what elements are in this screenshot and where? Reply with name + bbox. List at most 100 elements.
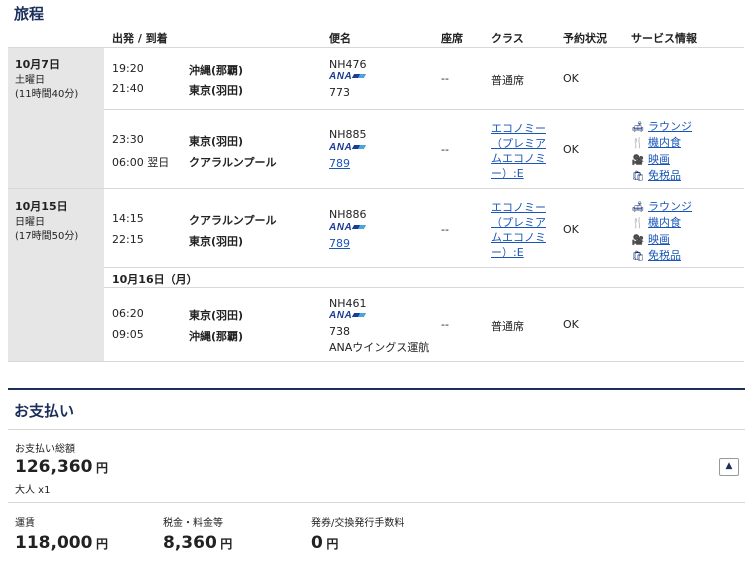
dep-time: 19:20 bbox=[112, 62, 144, 75]
seat-value: -- bbox=[441, 223, 449, 236]
total-value: 126,360 bbox=[15, 457, 93, 477]
sub-date: 10月16日（月） bbox=[112, 273, 198, 286]
collapse-button[interactable]: ▲ bbox=[719, 458, 739, 476]
class-link-line: ー）:E bbox=[491, 167, 524, 180]
divider bbox=[104, 109, 744, 110]
duty-free-icon: 🛍 bbox=[631, 250, 645, 262]
payment-title: お支払い bbox=[14, 402, 75, 420]
flight-number: NH476 bbox=[329, 58, 367, 71]
meal-icon: 🍴 bbox=[631, 218, 645, 230]
header-services: サービス情報 bbox=[631, 32, 697, 45]
service-list: 🛋 ラウンジ 🍴 機内食 🎥 映画 🛍 免税品 bbox=[631, 119, 692, 184]
fare-amount: 118,000 円 bbox=[15, 533, 108, 553]
class-link[interactable]: エコノミー （プレミア ムエコノミ ー）:E bbox=[491, 200, 557, 260]
arr-time: 22:15 bbox=[112, 233, 144, 246]
day-date: 10月15日 bbox=[15, 200, 68, 213]
fare-label: 運賃 bbox=[15, 518, 35, 529]
divider bbox=[8, 429, 745, 430]
dep-time: 14:15 bbox=[112, 212, 144, 225]
operator: ANAウイングス運航 bbox=[329, 341, 430, 354]
dep-city: 東京(羽田) bbox=[189, 309, 244, 322]
divider bbox=[8, 47, 744, 48]
status-value: OK bbox=[563, 223, 579, 236]
payment-top-border bbox=[8, 388, 745, 390]
class-value: 普通席 bbox=[491, 74, 524, 87]
seat-value: -- bbox=[441, 72, 449, 85]
arr-time: 09:05 bbox=[112, 328, 144, 341]
ana-logo: ANA bbox=[329, 222, 365, 233]
duty-free-icon: 🛍 bbox=[631, 170, 645, 182]
service-item[interactable]: 🍴 機内食 bbox=[631, 135, 692, 151]
service-item[interactable]: 🎥 映画 bbox=[631, 232, 692, 248]
class-link[interactable]: エコノミー （プレミア ムエコノミ ー）:E bbox=[491, 121, 557, 181]
aircraft-link[interactable]: 789 bbox=[329, 237, 350, 250]
itinerary-title: 旅程 bbox=[14, 5, 45, 23]
aircraft-link[interactable]: 789 bbox=[329, 157, 350, 170]
caret-up-icon: ▲ bbox=[725, 461, 733, 471]
dep-city: 東京(羽田) bbox=[189, 135, 244, 148]
total-label: お支払い総額 bbox=[15, 444, 75, 455]
flight-number: NH886 bbox=[329, 208, 367, 221]
aircraft-type: 773 bbox=[329, 86, 350, 99]
service-item[interactable]: 🍴 機内食 bbox=[631, 215, 692, 231]
divider bbox=[8, 188, 744, 189]
class-link-line: （プレミア bbox=[491, 216, 546, 229]
ana-logo: ANA bbox=[329, 142, 365, 153]
day-weekday: 土曜日 bbox=[15, 75, 45, 86]
day-weekday: 日曜日 bbox=[15, 217, 45, 228]
divider bbox=[104, 287, 744, 288]
seat-value: -- bbox=[441, 318, 449, 331]
fee-amount: 0 円 bbox=[311, 533, 338, 553]
service-list: 🛋 ラウンジ 🍴 機内食 🎥 映画 🛍 免税品 bbox=[631, 199, 692, 264]
header-seat: 座席 bbox=[441, 32, 463, 45]
divider bbox=[8, 361, 744, 362]
header-class: クラス bbox=[491, 32, 524, 45]
dep-time: 06:20 bbox=[112, 307, 144, 320]
dep-city: クアラルンプール bbox=[189, 214, 277, 227]
tax-unit: 円 bbox=[220, 537, 233, 551]
dep-time: 23:30 bbox=[112, 133, 144, 146]
movie-icon: 🎥 bbox=[631, 234, 645, 246]
class-link-line: ー）:E bbox=[491, 246, 524, 259]
dep-city: 沖縄(那覇) bbox=[189, 64, 244, 77]
header-dep-arr: 出発 / 到着 bbox=[112, 32, 168, 45]
tax-value: 8,360 bbox=[163, 533, 217, 553]
service-item[interactable]: 🛍 免税品 bbox=[631, 168, 692, 184]
service-item[interactable]: 🛋 ラウンジ bbox=[631, 119, 692, 135]
service-item[interactable]: 🛋 ラウンジ bbox=[631, 199, 692, 215]
class-link-line: ムエコノミ bbox=[491, 231, 546, 244]
header-flight: 便名 bbox=[329, 32, 351, 45]
total-unit: 円 bbox=[95, 461, 108, 475]
class-value: 普通席 bbox=[491, 320, 524, 333]
day-date: 10月7日 bbox=[15, 58, 60, 71]
arr-city: 沖縄(那覇) bbox=[189, 330, 244, 343]
meal-icon: 🍴 bbox=[631, 138, 645, 150]
movie-icon: 🎥 bbox=[631, 154, 645, 166]
fee-value: 0 bbox=[311, 533, 323, 553]
class-link-line: ムエコノミ bbox=[491, 152, 546, 165]
divider bbox=[8, 502, 745, 503]
total-amount: 126,360 円 bbox=[15, 457, 108, 477]
class-link-line: エコノミー bbox=[491, 122, 546, 135]
service-item[interactable]: 🎥 映画 bbox=[631, 152, 692, 168]
day-duration: (17時間50分) bbox=[15, 231, 79, 242]
flight-number: NH461 bbox=[329, 297, 367, 310]
ana-logo: ANA bbox=[329, 71, 365, 82]
seat-value: -- bbox=[441, 143, 449, 156]
arr-time: 06:00 翌日 bbox=[112, 156, 170, 169]
ana-logo: ANA bbox=[329, 310, 365, 321]
service-item[interactable]: 🛍 免税品 bbox=[631, 248, 692, 264]
status-value: OK bbox=[563, 318, 579, 331]
arr-time: 21:40 bbox=[112, 82, 144, 95]
fare-unit: 円 bbox=[95, 537, 108, 551]
divider bbox=[104, 267, 744, 268]
lounge-icon: 🛋 bbox=[631, 202, 645, 213]
status-value: OK bbox=[563, 72, 579, 85]
day-duration: (11時間40分) bbox=[15, 89, 79, 100]
aircraft-type: 738 bbox=[329, 325, 350, 338]
header-status: 予約状況 bbox=[563, 32, 607, 45]
status-value: OK bbox=[563, 143, 579, 156]
arr-city: 東京(羽田) bbox=[189, 235, 244, 248]
fare-value: 118,000 bbox=[15, 533, 93, 553]
class-link-line: （プレミア bbox=[491, 137, 546, 150]
